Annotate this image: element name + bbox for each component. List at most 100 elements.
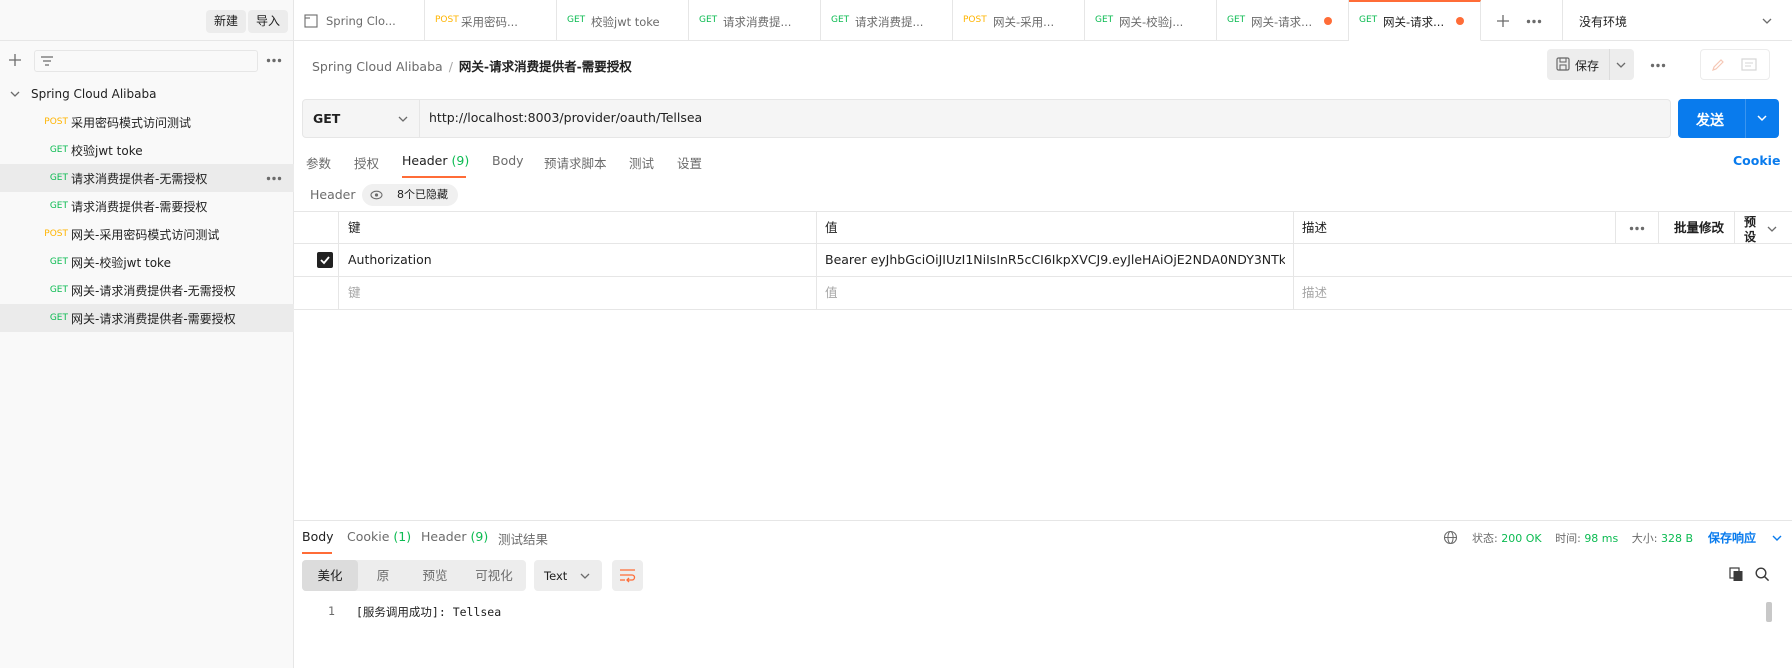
response-tab-body[interactable]: Body [302,529,334,544]
collection-name: Spring Cloud Alibaba [31,87,157,101]
time-value[interactable]: 98 ms [1584,532,1618,545]
status-value[interactable]: 200 OK [1501,532,1541,545]
view-visualize[interactable]: 可视化 [462,560,526,591]
more-icon[interactable] [266,176,282,181]
filter-input[interactable] [34,50,258,72]
format-value: Text [544,569,568,583]
tab-body[interactable]: Body [492,153,524,168]
sidebar-item[interactable]: POST 采用密码模式访问测试 [0,108,294,136]
size-value[interactable]: 328 B [1661,532,1693,545]
wrap-lines-button[interactable] [612,560,643,591]
divider [1745,99,1746,138]
copy-icon[interactable] [1729,567,1744,582]
sidebar-item[interactable]: GET 请求消费提供者-无需授权 [0,164,294,192]
tab-params[interactable]: 参数 [306,153,331,172]
breadcrumb-request[interactable]: 网关-请求消费提供者-需要授权 [459,59,632,74]
key-input[interactable]: 键 [348,277,361,309]
scrollbar[interactable] [1766,602,1772,622]
tab-header-count: (9) [451,153,470,168]
view-pretty[interactable]: 美化 [302,560,358,591]
cookie-tab-label: Cookie [347,529,390,544]
chevron-down-icon[interactable] [1756,113,1768,123]
view-preview[interactable]: 预览 [408,560,462,591]
view-raw[interactable]: 原 [358,560,408,591]
tab-tests[interactable]: 测试 [629,153,654,172]
value-input[interactable]: 值 [825,277,838,309]
sidebar-item[interactable]: POST 网关-采用密码模式访问测试 [0,220,294,248]
tab-request[interactable]: GET 网关-请求... [1217,0,1349,41]
tab-request[interactable]: GET 校验jwt toke [557,0,689,41]
url-bar: GET http://localhost:8003/provider/oauth… [302,99,1671,138]
response-body-text[interactable]: [服务调用成功]: Tellsea [356,604,501,620]
save-response-button[interactable]: 保存响应 [1708,529,1756,546]
tab-auth[interactable]: 授权 [354,153,379,172]
tab-prerequest-script[interactable]: 预请求脚本 [544,153,607,172]
cookie-link[interactable]: Cookie [1733,153,1780,168]
tab-request[interactable]: GET 请求消费提... [821,0,953,41]
method-select[interactable]: GET [303,100,420,137]
divider [338,244,339,276]
header-value[interactable]: Bearer eyJhbGciOiJIUzI1NiIsInR5cCI6IkpXV… [825,244,1285,276]
chevron-down-icon [1761,16,1773,26]
table-row-empty: 键 值 描述 [294,277,1792,310]
collection-item[interactable]: Spring Cloud Alibaba [0,82,294,108]
save-button[interactable]: 保存 [1547,49,1634,80]
divider [1615,212,1616,243]
format-select[interactable]: Text [534,560,602,591]
chevron-down-icon[interactable] [10,89,20,99]
response-tab-header[interactable]: Header (9) [421,529,488,544]
response-tab-cookie[interactable]: Cookie (1) [347,529,411,544]
search-icon[interactable] [1755,567,1770,582]
sidebar-item-active[interactable]: GET 网关-请求消费提供者-需要授权 [0,304,294,332]
tab-request-active[interactable]: GET 网关-请求... [1349,0,1481,41]
plus-icon[interactable] [7,52,23,68]
request-more-icon[interactable] [1650,63,1666,68]
sidebar-item-label: 请求消费提供者-需要授权 [71,200,208,214]
more-icon[interactable] [266,58,282,63]
row-checkbox[interactable] [317,252,333,268]
bulk-edit-button[interactable]: 批量修改 [1674,212,1724,244]
description-input[interactable]: 描述 [1302,277,1327,309]
headers-table-head: 键 值 描述 批量修改 预设 [294,211,1792,244]
tab-settings[interactable]: 设置 [677,153,702,172]
chevron-down-icon[interactable] [1766,224,1778,234]
tab-request[interactable]: GET 请求消费提... [689,0,821,41]
line-number: 1 [328,604,335,618]
tab-request[interactable]: POST 采用密码... [425,0,557,41]
sidebar-item[interactable]: GET 网关-校验jwt toke [0,248,294,276]
side-panel-toggle[interactable] [1700,49,1770,80]
sidebar-item[interactable]: GET 网关-请求消费提供者-无需授权 [0,276,294,304]
tab-request[interactable]: POST 网关-采用... [953,0,1085,41]
sidebar-toolbar [0,41,294,80]
response-tab-tests[interactable]: 测试结果 [498,529,548,548]
divider [338,277,339,309]
edit-icon[interactable] [1710,57,1726,73]
environment-label: 没有环境 [1579,15,1628,29]
hidden-headers-toggle[interactable]: 8个已隐藏 [362,184,458,206]
divider [1293,212,1294,243]
header-tab-count: (9) [470,529,489,544]
new-button[interactable]: 新建 [206,10,247,33]
tab-label: Spring Clo... [326,14,396,28]
method-badge: GET [49,173,68,183]
sidebar-item[interactable]: GET 校验jwt toke [0,136,294,164]
chevron-down-icon[interactable] [1615,60,1627,70]
send-button[interactable]: 发送 [1678,99,1779,138]
column-options-icon[interactable] [1629,226,1645,231]
environment-select[interactable]: 没有环境 [1562,0,1792,41]
chevron-down-icon[interactable] [1771,533,1783,543]
new-tab-plus-icon[interactable] [1495,13,1511,29]
tabs-more-icon[interactable] [1526,19,1542,24]
tab-header[interactable]: Header (9) [402,153,469,168]
sidebar-item[interactable]: GET 请求消费提供者-需要授权 [0,192,294,220]
globe-icon[interactable] [1443,530,1458,545]
tab-request[interactable]: GET 网关-校验j... [1085,0,1217,41]
comment-icon[interactable] [1741,58,1757,72]
presets-button[interactable]: 预设 [1744,215,1758,245]
import-button[interactable]: 导入 [248,10,289,33]
header-key[interactable]: Authorization [348,244,432,276]
tab-collection[interactable]: Spring Clo... [294,0,425,41]
breadcrumb-collection[interactable]: Spring Cloud Alibaba [312,59,443,74]
url-input[interactable]: http://localhost:8003/provider/oauth/Tel… [429,110,702,125]
method-badge: GET [1227,15,1246,25]
